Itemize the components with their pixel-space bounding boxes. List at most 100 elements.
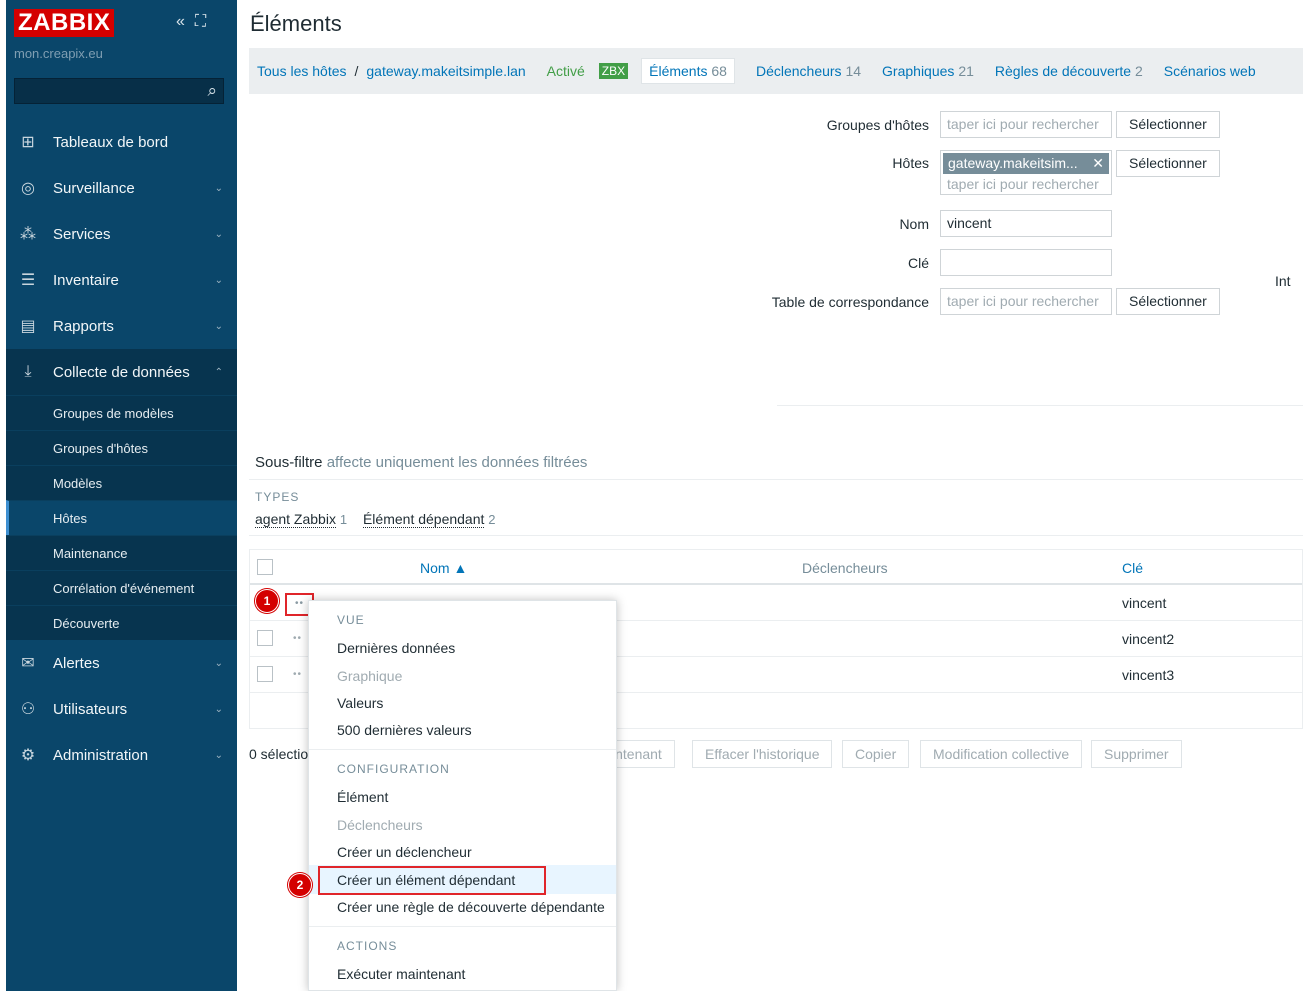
menu-item-alerts[interactable]: ✉ Alertes ⌄ (6, 640, 237, 686)
row-key: vincent (1122, 595, 1167, 611)
tab-discovery-rules[interactable]: Règles de découverte 2 (995, 63, 1143, 79)
chevron-down-icon: ⌄ (214, 228, 223, 240)
submenu-item-maintenance[interactable]: Maintenance (6, 535, 237, 570)
kiosk-mode-icon[interactable]: ⛶ (195, 13, 206, 31)
report-icon: ▤ (20, 318, 36, 335)
tab-label: Déclencheurs (755, 63, 842, 79)
chevron-down-icon: ⌄ (214, 749, 223, 761)
menu-item-inventory[interactable]: ☰ Inventaire ⌄ (6, 257, 237, 303)
submenu-item-hosts[interactable]: Hôtes (6, 500, 237, 535)
host-groups-select-button[interactable]: Sélectionner (1116, 111, 1220, 138)
subfilter-types: TYPES agent Zabbix 1 Élément dépendant 2 (249, 479, 1303, 536)
host-status[interactable]: Activé (547, 63, 585, 79)
submenu-item-discovery[interactable]: Découverte (6, 605, 237, 640)
breadcrumb-all-hosts[interactable]: Tous les hôtes (257, 63, 347, 79)
submenu-item-template-groups[interactable]: Groupes de modèles (6, 395, 237, 430)
hosts-input[interactable]: taper ici pour rechercher (943, 174, 1109, 192)
filter-panel: Groupes d'hôtes taper ici pour recherche… (249, 94, 1303, 434)
collapse-sidebar-icon[interactable]: « (176, 13, 185, 31)
gear-icon: ⚙ (20, 747, 36, 764)
tab-count: 2 (1134, 63, 1143, 79)
services-icon: ⁂ (20, 226, 36, 243)
hosts-select-button[interactable]: Sélectionner (1116, 150, 1220, 177)
tab-web-scenarios[interactable]: Scénarios web (1164, 63, 1256, 79)
host-groups-input[interactable]: taper ici pour rechercher (940, 111, 1112, 138)
interval-label: Int (1275, 273, 1291, 289)
row-checkbox[interactable] (257, 666, 273, 682)
select-all-checkbox[interactable] (257, 559, 273, 575)
menu-divider (309, 749, 616, 750)
menu-item-reports[interactable]: ▤ Rapports ⌄ (6, 303, 237, 349)
menu-label: Utilisateurs (53, 700, 128, 718)
name-input[interactable]: vincent (940, 210, 1112, 237)
menu-item-data-collection[interactable]: ⤓ Collecte de données ⌃ (6, 349, 237, 395)
menu-divider (309, 926, 616, 927)
column-name[interactable]: Nom ▲ (420, 560, 467, 576)
tab-graphs[interactable]: Graphiques 21 (882, 63, 974, 79)
submenu-item-templates[interactable]: Modèles (6, 465, 237, 500)
tab-count: 21 (958, 63, 974, 79)
row-menu-dots-icon[interactable]: •• (293, 669, 302, 680)
menu-item-dashboards[interactable]: ⊞ Tableaux de bord (6, 119, 237, 165)
main-menu: ⊞ Tableaux de bord ◎ Surveillance ⌄ ⁂ Se… (6, 119, 237, 778)
tab-label: Graphiques (882, 63, 955, 79)
tab-triggers[interactable]: Déclencheurs 14 (756, 63, 861, 79)
chevron-down-icon: ⌄ (214, 182, 223, 194)
types-header: TYPES (255, 490, 300, 504)
menu-label: Surveillance (53, 179, 135, 197)
row-checkbox[interactable] (257, 630, 273, 646)
menu-item-execute-now[interactable]: Exécuter maintenant (337, 966, 465, 982)
breadcrumb-host[interactable]: gateway.makeitsimple.lan (366, 63, 525, 79)
clear-history-button[interactable]: Effacer l'historique (692, 740, 833, 768)
submenu-item-event-correlation[interactable]: Corrélation d'événement (6, 570, 237, 605)
menu-item-graph: Graphique (337, 668, 403, 684)
row-menu-dots-icon[interactable]: •• (293, 633, 302, 644)
copy-button[interactable]: Copier (842, 740, 910, 768)
menu-item-item[interactable]: Élément (337, 789, 388, 805)
page-title: Éléments (250, 11, 342, 36)
filter-row-hosts: Hôtes gateway.makeitsim... ✕ taper ici p… (740, 150, 1220, 195)
mass-update-button[interactable]: Modification collective (920, 740, 1083, 768)
menu-item-values[interactable]: Valeurs (337, 695, 383, 711)
submenu-item-host-groups[interactable]: Groupes d'hôtes (6, 430, 237, 465)
menu-item-500-latest-values[interactable]: 500 dernières valeurs (337, 722, 472, 738)
menu-item-monitoring[interactable]: ◎ Surveillance ⌄ (6, 165, 237, 211)
type-count: 1 (339, 512, 348, 527)
name-label: Nom (899, 215, 929, 232)
value-mapping-input[interactable]: taper ici pour rechercher (940, 288, 1112, 315)
zabbix-logo[interactable]: ZABBIX (14, 9, 115, 37)
delete-button[interactable]: Supprimer (1091, 740, 1182, 768)
key-label: Clé (907, 254, 929, 271)
menu-label: Administration (53, 746, 149, 764)
envelope-icon: ✉ (21, 655, 35, 672)
key-input[interactable] (940, 249, 1112, 276)
menu-item-create-trigger[interactable]: Créer un déclencheur (337, 844, 472, 860)
menu-item-administration[interactable]: ⚙ Administration ⌄ (6, 732, 237, 778)
tab-label: Règles de découverte (994, 63, 1132, 79)
sidebar-search-input[interactable]: ⌕ (14, 78, 224, 104)
hosts-multiselect[interactable]: gateway.makeitsim... ✕ taper ici pour re… (940, 150, 1112, 195)
filter-divider (777, 405, 1303, 406)
tab-count: 14 (845, 63, 862, 79)
chevron-down-icon: ⌄ (214, 274, 223, 286)
menu-item-services[interactable]: ⁂ Services ⌄ (6, 211, 237, 257)
value-mapping-select-button[interactable]: Sélectionner (1116, 288, 1220, 315)
table-header: Nom ▲ Déclencheurs Clé (250, 550, 1302, 585)
menu-item-users[interactable]: ⚇ Utilisateurs ⌄ (6, 686, 237, 732)
column-key[interactable]: Clé (1122, 560, 1143, 576)
tab-items[interactable]: Éléments 68 (641, 58, 735, 84)
breadcrumb-separator: / (354, 63, 359, 79)
menu-label: Tableaux de bord (53, 133, 169, 151)
close-icon[interactable]: ✕ (1092, 154, 1104, 173)
chevron-down-icon: ⌄ (214, 320, 223, 332)
menu-label: Rapports (53, 317, 114, 335)
type-dependent-item[interactable]: Élément dépendant (362, 511, 485, 528)
row-key: vincent2 (1122, 631, 1175, 647)
zbx-availability-badge: ZBX (598, 63, 629, 79)
filter-row-name: Nom vincent (740, 210, 1112, 237)
menu-item-latest-data[interactable]: Dernières données (337, 640, 455, 656)
type-agent-zabbix[interactable]: agent Zabbix (255, 511, 336, 528)
search-icon[interactable]: ⌕ (207, 81, 217, 101)
annotation-badge-2: 2 (288, 873, 312, 897)
menu-item-create-dependent-discovery-rule[interactable]: Créer une règle de découverte dépendante (337, 899, 605, 915)
